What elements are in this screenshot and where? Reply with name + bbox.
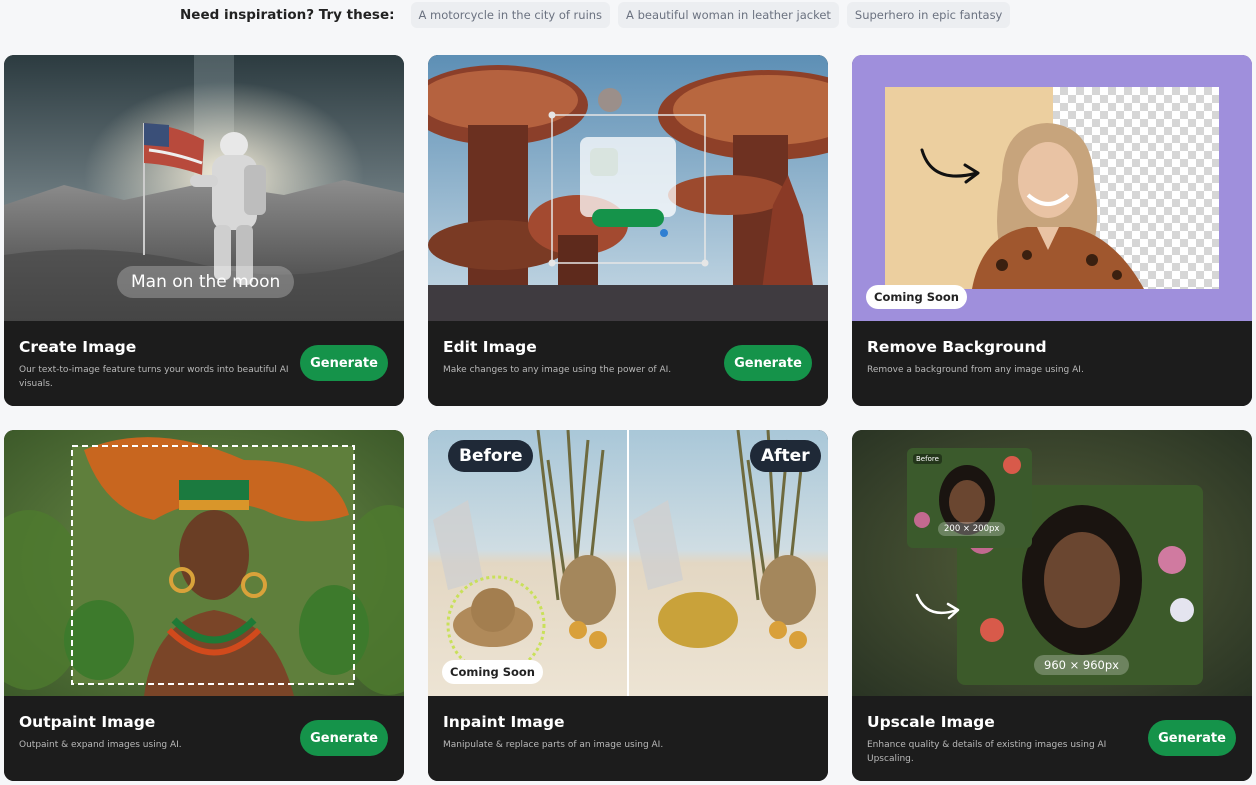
card-title: Outpaint Image [19, 713, 156, 731]
edit-image-footer: Edit Image Make changes to any image usi… [428, 321, 828, 406]
upscale-image-preview: Before 200 × 200px 960 × 960px [852, 430, 1252, 696]
coming-soon-badge: Coming Soon [442, 660, 543, 684]
generate-button-outpaint[interactable]: Generate [300, 720, 388, 756]
remove-background-preview: Coming Soon [852, 55, 1252, 321]
card-description: Manipulate & replace parts of an image u… [443, 740, 664, 750]
card-inpaint-image[interactable]: Before After Coming Soon Inpaint Image M… [428, 430, 828, 781]
generate-button-upscale[interactable]: Generate [1148, 720, 1236, 756]
prompt-overlay: Man on the moon [117, 266, 295, 298]
card-remove-background[interactable]: Coming Soon Remove Background Remove a b… [852, 55, 1252, 406]
card-title: Remove Background [867, 338, 1047, 356]
inspiration-label: Need inspiration? Try these: [180, 7, 395, 23]
portrait-removal-image [852, 55, 1252, 321]
create-image-preview: Man on the moon [4, 55, 404, 321]
edit-image-preview [428, 55, 828, 321]
inspiration-bar: Need inspiration? Try these: A motorcycl… [180, 2, 1011, 28]
outpaint-image-footer: Outpaint Image Outpaint & expand images … [4, 696, 404, 781]
outpaint-image-preview [4, 430, 404, 696]
card-description: Remove a background from any image using… [867, 365, 1084, 375]
inspiration-chip-woman[interactable]: A beautiful woman in leather jacket [618, 2, 839, 28]
card-description: Outpaint & expand images using AI. [19, 740, 182, 750]
card-title: Upscale Image [867, 713, 995, 731]
small-size-label: 200 × 200px [938, 522, 1006, 536]
card-description: Make changes to any image using the powe… [443, 365, 672, 375]
outpaint-portrait-image [4, 430, 404, 696]
remove-background-footer: Remove Background Remove a background fr… [852, 321, 1252, 406]
after-label: After [750, 440, 821, 472]
card-outpaint-image[interactable]: Outpaint Image Outpaint & expand images … [4, 430, 404, 781]
inspiration-chip-superhero[interactable]: Superhero in epic fantasy [846, 2, 1011, 28]
card-title: Edit Image [443, 338, 537, 356]
inpaint-image-preview: Before After Coming Soon [428, 430, 828, 696]
create-image-footer: Create Image Our text-to-image feature t… [4, 321, 404, 406]
card-title: Inpaint Image [443, 713, 565, 731]
card-title: Create Image [19, 338, 137, 356]
card-create-image[interactable]: Man on the moon Create Image Our text-to… [4, 55, 404, 406]
inspiration-chip-motorcycle[interactable]: A motorcycle in the city of ruins [410, 2, 611, 28]
card-edit-image[interactable]: Edit Image Make changes to any image usi… [428, 55, 828, 406]
card-description: Our text-to-image feature turns your wor… [19, 365, 289, 389]
inpaint-image-footer: Inpaint Image Manipulate & replace parts… [428, 696, 828, 781]
generate-button-create[interactable]: Generate [300, 345, 388, 381]
coming-soon-badge: Coming Soon [866, 285, 967, 309]
generate-button-edit[interactable]: Generate [724, 345, 812, 381]
card-description: Enhance quality & details of existing im… [867, 740, 1107, 764]
large-size-label: 960 × 960px [1034, 655, 1129, 675]
card-upscale-image[interactable]: Before 200 × 200px 960 × 960px Upscale I… [852, 430, 1252, 781]
before-tag: Before [913, 454, 942, 464]
upscale-image-footer: Upscale Image Enhance quality & details … [852, 696, 1252, 781]
fantasy-towers-image [428, 55, 828, 321]
before-label: Before [448, 440, 534, 472]
